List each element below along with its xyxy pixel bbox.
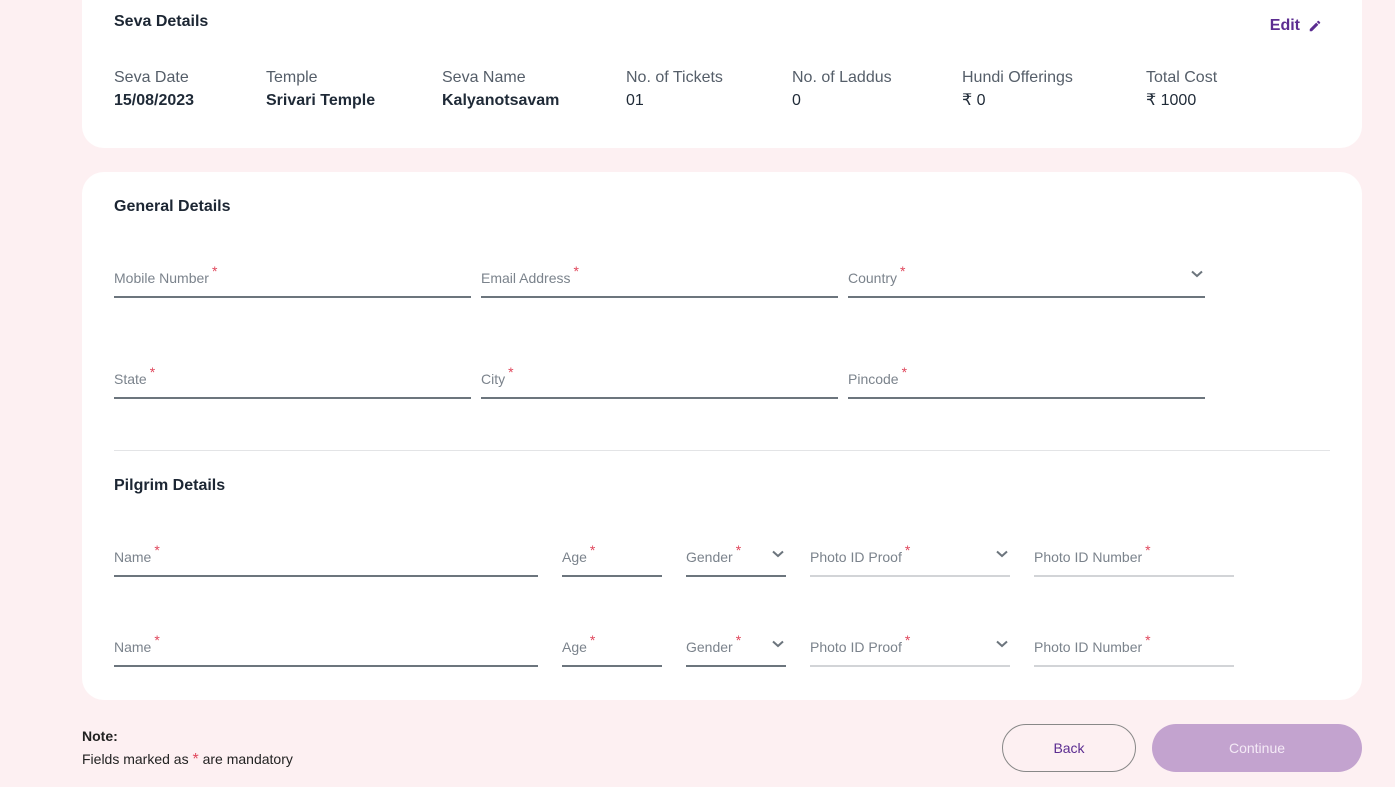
photo-id-number-input[interactable]: [1034, 627, 1234, 665]
pilgrim-name-input[interactable]: [114, 627, 538, 665]
edit-button[interactable]: Edit: [1270, 17, 1322, 35]
info-temple: Temple Srivari Temple: [266, 68, 375, 114]
pilgrim-2-gender-select[interactable]: Gender *: [686, 627, 786, 667]
info-seva-name: Seva Name Kalyanotsavam: [442, 68, 559, 114]
required-asterisk: *: [735, 632, 742, 648]
info-seva-date: Seva Date 15/08/2023: [114, 68, 194, 114]
info-tickets: No. of Tickets 01: [626, 68, 723, 114]
info-value: 0: [792, 92, 801, 109]
country-select[interactable]: Country *: [848, 258, 1205, 298]
pincode-input[interactable]: [848, 359, 1205, 397]
mobile-number-input[interactable]: [114, 258, 471, 296]
required-asterisk: *: [904, 542, 911, 558]
state-field[interactable]: State *: [114, 359, 471, 399]
seva-details-card: Seva Details Edit Seva Date 15/08/2023 T…: [82, 0, 1362, 148]
field-label: Gender *: [686, 632, 742, 655]
info-value: Srivari Temple: [266, 92, 376, 109]
pilgrim-name-input[interactable]: [114, 537, 538, 575]
info-value: 15/08/2023: [114, 92, 195, 109]
chevron-down-icon[interactable]: [772, 640, 784, 648]
pencil-icon: [1309, 20, 1321, 32]
info-label: Total Cost: [1146, 69, 1218, 86]
info-label: Hundi Offerings: [962, 69, 1073, 86]
email-address-field[interactable]: Email Address *: [481, 258, 838, 298]
info-label: Seva Date: [114, 69, 189, 86]
required-asterisk: *: [904, 632, 911, 648]
note-text: Fields marked as * are mandatory: [82, 751, 293, 768]
city-input[interactable]: [481, 359, 838, 397]
section-divider: [114, 450, 1330, 451]
city-field[interactable]: City *: [481, 359, 838, 399]
pilgrim-1-photo-id-proof-select[interactable]: Photo ID Proof *: [810, 537, 1010, 577]
info-value: Kalyanotsavam: [442, 92, 560, 109]
chevron-down-icon[interactable]: [772, 550, 784, 558]
info-label: No. of Laddus: [792, 69, 892, 86]
pilgrim-age-input[interactable]: [562, 537, 662, 575]
required-asterisk: *: [900, 263, 906, 279]
info-label: Seva Name: [442, 69, 526, 86]
pilgrim-2-name-field[interactable]: Name *: [114, 627, 538, 667]
pilgrim-1-gender-select[interactable]: Gender *: [686, 537, 786, 577]
state-input[interactable]: [114, 359, 471, 397]
chevron-down-icon[interactable]: [996, 640, 1008, 648]
general-details-card: General Details Mobile Number * Email Add…: [82, 172, 1362, 700]
continue-button[interactable]: Continue: [1152, 724, 1362, 772]
pilgrim-2-photo-id-proof-select[interactable]: Photo ID Proof *: [810, 627, 1010, 667]
field-label: Photo ID Proof *: [810, 632, 911, 655]
info-value: ₹ 0: [962, 92, 986, 109]
info-total-cost: Total Cost ₹ 1000: [1146, 68, 1217, 114]
pilgrim-details-title: Pilgrim Details: [114, 477, 226, 494]
photo-id-number-input[interactable]: [1034, 537, 1234, 575]
seva-details-title: Seva Details: [114, 13, 209, 30]
pincode-field[interactable]: Pincode *: [848, 359, 1205, 399]
info-label: No. of Tickets: [626, 69, 723, 86]
pilgrim-1-age-field[interactable]: Age *: [562, 537, 662, 577]
mobile-number-field[interactable]: Mobile Number *: [114, 258, 471, 298]
info-laddus: No. of Laddus 0: [792, 68, 892, 114]
pilgrim-1-name-field[interactable]: Name *: [114, 537, 538, 577]
pilgrim-1-photo-id-number-field[interactable]: Photo ID Number *: [1034, 537, 1234, 577]
chevron-down-icon[interactable]: [1191, 270, 1203, 278]
info-hundi: Hundi Offerings ₹ 0: [962, 68, 1073, 114]
general-details-title: General Details: [114, 198, 231, 215]
pilgrim-age-input[interactable]: [562, 627, 662, 665]
required-asterisk: *: [192, 751, 199, 768]
back-button[interactable]: Back: [1002, 724, 1136, 772]
email-address-input[interactable]: [481, 258, 838, 296]
field-label: Gender *: [686, 542, 742, 565]
pilgrim-2-photo-id-number-field[interactable]: Photo ID Number *: [1034, 627, 1234, 667]
chevron-down-icon[interactable]: [996, 550, 1008, 558]
info-label: Temple: [266, 69, 318, 86]
field-label: Photo ID Proof *: [810, 542, 911, 565]
mandatory-note: Note: Fields marked as * are mandatory: [82, 726, 293, 773]
note-title: Note:: [82, 728, 118, 744]
info-value: ₹ 1000: [1146, 92, 1197, 109]
info-value: 01: [626, 92, 644, 109]
pilgrim-2-age-field[interactable]: Age *: [562, 627, 662, 667]
field-label: Country *: [848, 263, 906, 286]
required-asterisk: *: [735, 542, 742, 558]
edit-label: Edit: [1269, 17, 1300, 34]
